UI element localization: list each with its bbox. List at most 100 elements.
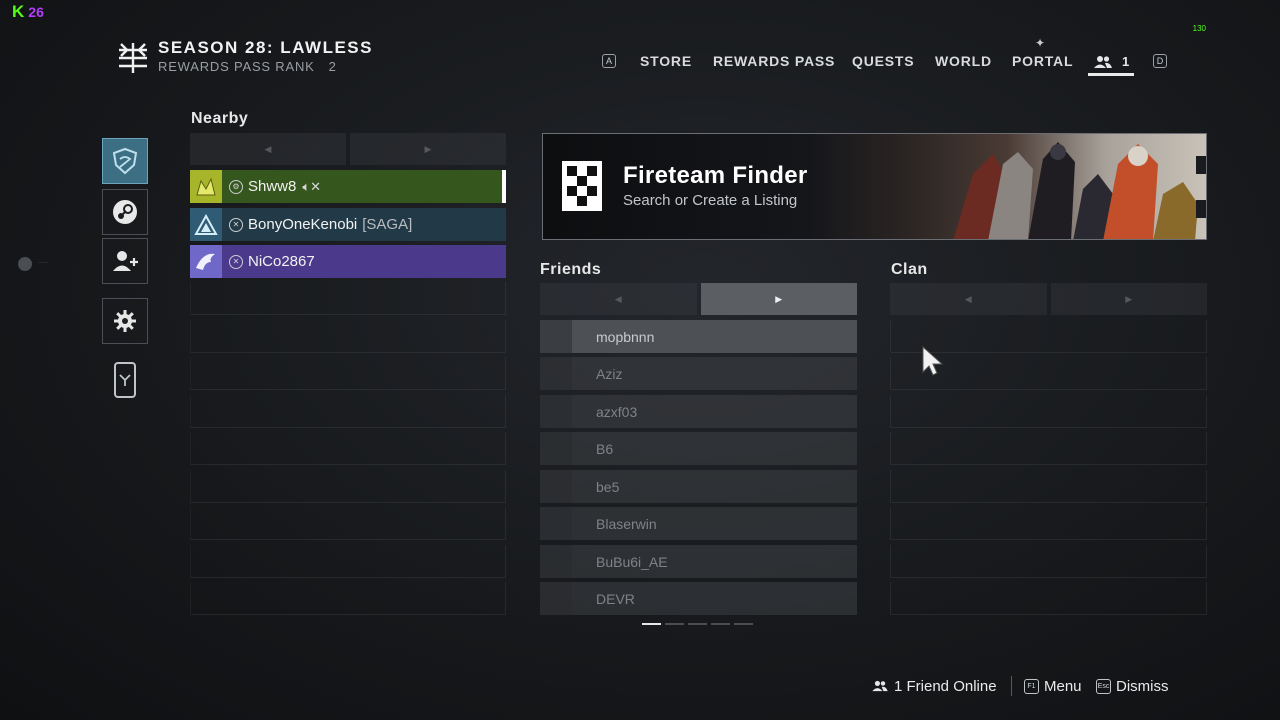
nearby-player-row[interactable]: ✕ BonyOneKenobi [SAGA] (190, 208, 506, 241)
friends-next-button[interactable]: ▶ (700, 283, 857, 315)
friend-name: azxf03 (596, 403, 638, 420)
xbox-icon: ✕ (229, 217, 243, 232)
nearby-player-row[interactable]: ⚙ Shww8 🔈︎✕ (190, 170, 506, 203)
rail-shield-button[interactable] (102, 138, 148, 184)
clan-empty-slot (890, 582, 1207, 615)
friends-pagination-dots (642, 623, 753, 625)
empty-slot (190, 320, 506, 353)
page-dot[interactable] (665, 623, 684, 625)
gear-icon (114, 310, 136, 332)
page-dot[interactable] (688, 623, 707, 625)
nav-key-right: D (1153, 50, 1167, 72)
fps-counter: 130 (1192, 24, 1206, 33)
steam-icon (113, 200, 137, 224)
empty-slot (190, 395, 506, 428)
nav-social-tab[interactable]: 1 (1088, 50, 1134, 76)
banner-edge-marker (1196, 156, 1206, 174)
empty-slot (190, 470, 506, 503)
season-title: SEASON 28: LAWLESS (158, 38, 373, 57)
friends-prev-button[interactable]: ◀ (540, 283, 697, 315)
player-emblem (190, 170, 222, 203)
player-name: BonyOneKenobi (248, 216, 358, 233)
friend-name: B6 (596, 440, 614, 457)
friends-icon (872, 680, 888, 692)
nav-portal[interactable]: PORTAL (1012, 50, 1073, 72)
menu-button[interactable]: F1 Menu (1024, 676, 1082, 696)
mouse-cursor-icon (922, 346, 944, 376)
friends-icon (1094, 55, 1112, 68)
friend-row[interactable]: azxf03 (540, 395, 857, 428)
friend-row[interactable]: Aziz (540, 357, 857, 390)
clan-empty-slot (890, 432, 1207, 465)
friend-row[interactable]: mopbnnn (540, 320, 857, 353)
steam-icon: ⚙ (229, 179, 243, 194)
season-emblem-icon (119, 43, 147, 73)
friend-name: Aziz (596, 365, 623, 382)
rail-steam-button[interactable] (102, 189, 148, 235)
friend-name: BuBu6i_AE (596, 553, 668, 570)
clan-empty-slot (890, 470, 1207, 503)
clan-prev-button[interactable]: ◀ (890, 283, 1047, 315)
add-friend-icon (113, 251, 138, 271)
nav-quests[interactable]: QUESTS (852, 50, 914, 72)
friend-name: be5 (596, 478, 620, 495)
friend-name: DEVR (596, 590, 635, 607)
side-player-name: ····· (38, 260, 48, 266)
empty-slot (190, 507, 506, 540)
social-count: 1 (1122, 54, 1130, 69)
page-dot[interactable] (642, 623, 661, 625)
fireteam-finder-subtitle: Search or Create a Listing (623, 192, 798, 209)
friend-row[interactable]: B6 (540, 432, 857, 465)
friend-row[interactable]: Blaserwin (540, 507, 857, 540)
rank-label: REWARDS PASS RANK (158, 59, 315, 74)
empty-slot (190, 582, 506, 615)
nav-world[interactable]: WORLD (935, 50, 992, 72)
dismiss-button[interactable]: Esc Dismiss (1096, 676, 1169, 696)
friend-row[interactable]: be5 (540, 470, 857, 503)
esc-key-icon: Esc (1096, 678, 1111, 694)
fireteam-finder-banner[interactable]: Fireteam Finder Search or Create a Listi… (542, 133, 1207, 240)
nearby-player-row[interactable]: ✕ NiCo2867 (190, 245, 506, 278)
nav-store[interactable]: STORE (640, 50, 692, 72)
empty-slot (190, 282, 506, 315)
clan-title: Clan (891, 261, 928, 278)
nav-key-left: A (602, 50, 616, 72)
footer-divider (1011, 676, 1012, 696)
friend-row[interactable]: DEVR (540, 582, 857, 615)
friend-name: Blaserwin (596, 515, 657, 532)
player-emblem (190, 208, 222, 241)
xbox-icon: ✕ (229, 254, 243, 269)
rail-settings-button[interactable] (102, 298, 148, 344)
phone-icon[interactable] (114, 362, 136, 398)
rank-value: 2 (328, 59, 337, 74)
nearby-next-button[interactable]: ▶ (350, 133, 506, 165)
friend-row[interactable]: BuBu6i_AE (540, 545, 857, 578)
nearby-title: Nearby (191, 110, 249, 127)
rail-add-friend-button[interactable] (102, 238, 148, 284)
page-dot[interactable] (711, 623, 730, 625)
friends-title: Friends (540, 261, 602, 278)
speaker-muted-icon[interactable]: 🔈︎✕ (302, 179, 321, 195)
guardians-artwork (953, 142, 1198, 239)
viewer-count: 26 (28, 4, 44, 20)
clan-empty-slot (890, 545, 1207, 578)
empty-slot (190, 357, 506, 390)
companion-app-icon (119, 374, 131, 386)
nearby-prev-button[interactable]: ◀ (190, 133, 346, 165)
fireteam-finder-title: Fireteam Finder (623, 162, 808, 189)
clan-empty-slot (890, 395, 1207, 428)
friends-pager: ◀ ▶ (540, 283, 857, 315)
clan-next-button[interactable]: ▶ (1050, 283, 1207, 315)
empty-slot (190, 432, 506, 465)
friends-online-status: 1 Friend Online (872, 676, 997, 696)
side-player-avatar (18, 257, 32, 271)
clan-pager: ◀ ▶ (890, 283, 1207, 315)
banner-edge-marker (1196, 200, 1206, 218)
player-name: Shww8 (248, 178, 297, 195)
friend-name: mopbnnn (596, 328, 655, 345)
portal-indicator-icon: ✦ (1035, 36, 1046, 50)
kick-overlay: K 26 (12, 2, 44, 22)
nav-rewards-pass[interactable]: REWARDS PASS (713, 50, 835, 72)
friends-online-label: 1 Friend Online (894, 677, 997, 695)
page-dot[interactable] (734, 623, 753, 625)
